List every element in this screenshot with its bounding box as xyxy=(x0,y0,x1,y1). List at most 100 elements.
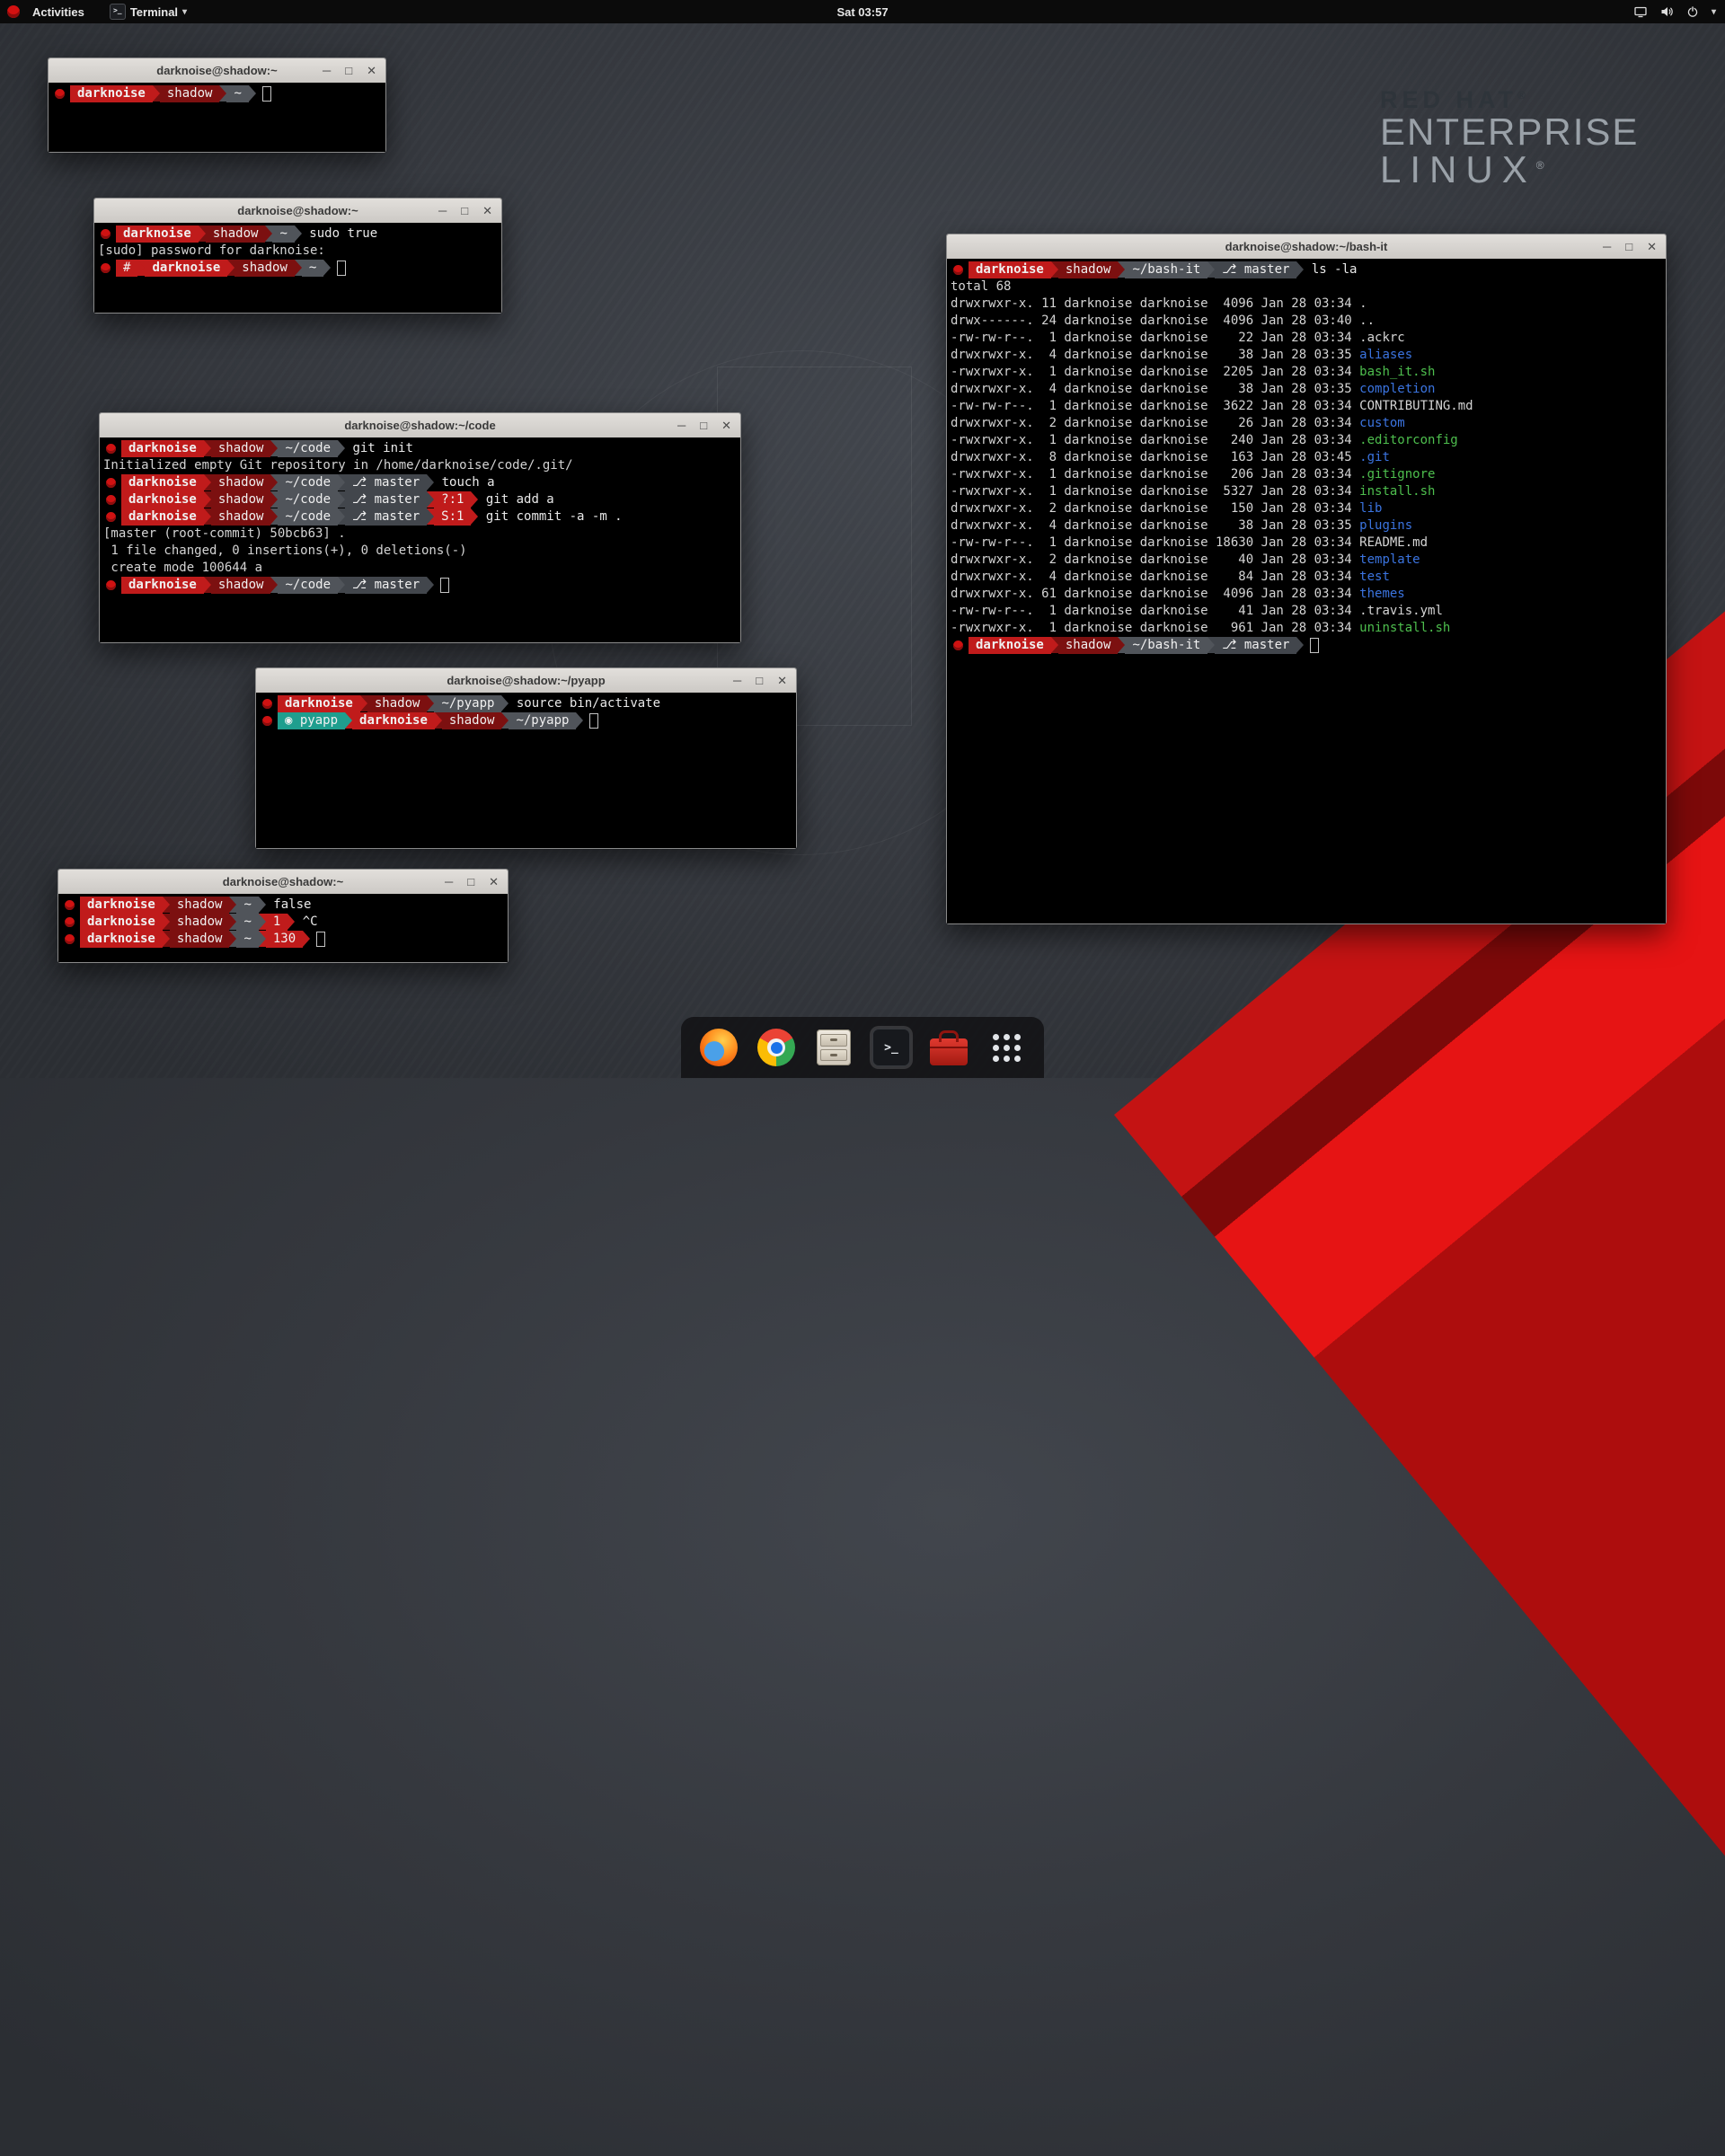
terminal-line: 1 file changed, 0 insertions(+), 0 delet… xyxy=(103,543,737,560)
terminal-cursor xyxy=(337,261,346,276)
app-menu[interactable]: >_ Terminal ▾ xyxy=(110,4,187,20)
window-title: darknoise@shadow:~/code xyxy=(344,419,495,432)
close-button[interactable]: ✕ xyxy=(777,674,787,688)
prompt-segment-path: ~/pyapp xyxy=(434,695,501,712)
powerline-arrow xyxy=(163,897,170,913)
terminal-content[interactable]: darknoiseshadow~/pyapp source bin/activa… xyxy=(256,693,796,848)
terminal-text: drwxrwxr-x. 4 darknoise darknoise 38 Jan… xyxy=(951,381,1359,398)
powerline-arrow xyxy=(427,577,434,593)
maximize-button[interactable]: □ xyxy=(461,204,468,217)
powerline-arrow xyxy=(471,491,478,508)
powerline-arrow xyxy=(338,474,345,490)
window-titlebar[interactable]: darknoise@shadow:~/bash-it ─ □ ✕ xyxy=(947,234,1666,260)
terminal-content[interactable]: darknoiseshadow~/code git initInitialize… xyxy=(100,437,740,642)
terminal-text: -rw-rw-r--. 1 darknoise darknoise 3622 J… xyxy=(951,398,1359,415)
registered-mark: ® xyxy=(1517,89,1530,102)
close-button[interactable]: ✕ xyxy=(721,419,731,433)
powerline-arrow xyxy=(345,712,352,729)
terminal-text: ^C xyxy=(295,914,317,931)
terminal-text: -rwxrwxr-x. 1 darknoise darknoise 5327 J… xyxy=(951,483,1359,500)
prompt-segment-git-branch: ⎇ master xyxy=(345,508,427,526)
power-icon[interactable] xyxy=(1685,4,1700,19)
terminal-content[interactable]: darknoiseshadow~/bash-it⎇ master ls -lat… xyxy=(947,259,1666,923)
close-button[interactable]: ✕ xyxy=(489,875,499,889)
powerline-arrow xyxy=(323,260,331,276)
dock-item-toolbox[interactable] xyxy=(927,1026,970,1069)
terminal-text: git init xyxy=(345,440,413,457)
chrome-icon xyxy=(757,1029,795,1066)
terminal-line: -rw-rw-r--. 1 darknoise darknoise 22 Jan… xyxy=(951,330,1662,347)
terminal-window-home-1[interactable]: darknoise@shadow:~ ─ □ ✕ darknoiseshadow… xyxy=(48,57,386,153)
close-button[interactable]: ✕ xyxy=(1647,240,1657,254)
terminal-content[interactable]: darknoiseshadow~ falsedarknoiseshadow~1 … xyxy=(58,894,508,962)
maximize-button[interactable]: □ xyxy=(700,419,707,432)
minimize-button[interactable]: ─ xyxy=(323,64,331,77)
minimize-button[interactable]: ─ xyxy=(677,419,686,432)
volume-icon[interactable] xyxy=(1659,4,1674,19)
maximize-button[interactable]: □ xyxy=(1625,240,1632,253)
minimize-button[interactable]: ─ xyxy=(438,204,447,217)
window-titlebar[interactable]: darknoise@shadow:~ ─ □ ✕ xyxy=(94,199,501,224)
redhat-prompt-icon xyxy=(262,716,272,726)
window-titlebar[interactable]: darknoise@shadow:~/code ─ □ ✕ xyxy=(100,413,740,438)
terminal-window-bash-it[interactable]: darknoise@shadow:~/bash-it ─ □ ✕ darknoi… xyxy=(946,234,1667,924)
clock[interactable]: Sat 03:57 xyxy=(836,5,888,19)
dock-item-chrome[interactable] xyxy=(755,1026,798,1069)
terminal-text: uninstall.sh xyxy=(1359,620,1450,637)
window-titlebar[interactable]: darknoise@shadow:~/pyapp ─ □ ✕ xyxy=(256,668,796,694)
minimize-button[interactable]: ─ xyxy=(733,674,741,687)
activities-button[interactable]: Activities xyxy=(27,5,90,19)
dock-item-firefox[interactable] xyxy=(697,1026,740,1069)
powerline-arrow xyxy=(270,577,278,593)
powerline-arrow xyxy=(204,474,211,490)
close-button[interactable]: ✕ xyxy=(482,204,492,218)
maximize-button[interactable]: □ xyxy=(345,64,352,77)
powerline-arrow xyxy=(204,440,211,456)
terminal-icon: >_ xyxy=(872,1029,910,1066)
terminal-text: ls -la xyxy=(1304,261,1357,278)
terminal-line: -rw-rw-r--. 1 darknoise darknoise 18630 … xyxy=(951,535,1662,552)
prompt-segment-path: ~/code xyxy=(278,577,338,594)
terminal-line: darknoiseshadow~ xyxy=(52,85,382,102)
prompt-segment-host: shadow xyxy=(211,508,271,526)
redhat-prompt-icon xyxy=(953,265,963,275)
maximize-button[interactable]: □ xyxy=(756,674,763,687)
terminal-content[interactable]: darknoiseshadow~ sudo true[sudo] passwor… xyxy=(94,223,501,313)
window-titlebar[interactable]: darknoise@shadow:~ ─ □ ✕ xyxy=(49,58,385,84)
redhat-prompt-icon xyxy=(65,917,75,927)
dock-item-app-grid[interactable] xyxy=(985,1026,1028,1069)
terminal-app-icon: >_ xyxy=(110,4,126,20)
terminal-line: [sudo] password for darknoise: xyxy=(98,243,498,260)
terminal-content[interactable]: darknoiseshadow~ xyxy=(49,83,385,152)
terminal-window-sudo[interactable]: darknoise@shadow:~ ─ □ ✕ darknoiseshadow… xyxy=(93,198,502,314)
terminal-window-home-2[interactable]: darknoise@shadow:~ ─ □ ✕ darknoiseshadow… xyxy=(58,869,509,963)
terminal-line: darknoiseshadow~/code⎇ master xyxy=(103,577,737,594)
dock-item-files[interactable] xyxy=(812,1026,855,1069)
screen-icon[interactable] xyxy=(1633,4,1648,19)
terminal-window-pyapp[interactable]: darknoise@shadow:~/pyapp ─ □ ✕ darknoise… xyxy=(255,667,797,849)
terminal-text: .. xyxy=(1359,313,1375,330)
powerline-arrow xyxy=(1118,637,1125,653)
dock-item-terminal[interactable]: >_ xyxy=(870,1026,913,1069)
minimize-button[interactable]: ─ xyxy=(445,875,453,888)
prompt-segment-host: shadow xyxy=(211,577,271,594)
powerline-arrow xyxy=(229,931,236,947)
window-title: darknoise@shadow:~ xyxy=(223,875,343,888)
powerline-arrow xyxy=(249,85,256,102)
powerline-arrow xyxy=(501,712,509,729)
prompt-segment-path: ~/code xyxy=(278,491,338,508)
top-bar: Activities >_ Terminal ▾ Sat 03:57 ▾ xyxy=(0,0,1725,23)
close-button[interactable]: ✕ xyxy=(367,64,376,78)
prompt-segment-host: shadow xyxy=(160,85,220,102)
terminal-text: touch a xyxy=(434,474,494,491)
minimize-button[interactable]: ─ xyxy=(1603,240,1611,253)
powerline-arrow xyxy=(163,914,170,930)
prompt-segment-user: darknoise xyxy=(352,712,435,729)
prompt-segment-git-branch: ⎇ master xyxy=(345,491,427,508)
powerline-arrow xyxy=(1051,637,1058,653)
maximize-button[interactable]: □ xyxy=(467,875,474,888)
chevron-down-icon[interactable]: ▾ xyxy=(1712,7,1716,17)
window-titlebar[interactable]: darknoise@shadow:~ ─ □ ✕ xyxy=(58,870,508,895)
terminal-window-code[interactable]: darknoise@shadow:~/code ─ □ ✕ darknoises… xyxy=(99,412,741,643)
terminal-text: lib xyxy=(1359,500,1382,517)
